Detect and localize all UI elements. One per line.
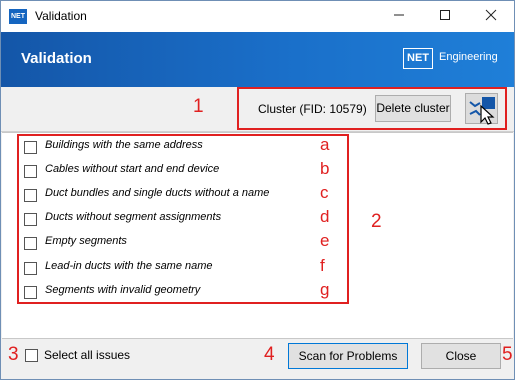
close-icon [485,9,497,21]
close-window-button[interactable] [468,1,514,32]
header-banner: Validation NET Engineering [1,32,514,87]
app-logo-icon: NET [9,9,27,24]
annotation-letter-e: e [320,231,330,250]
maximize-icon [440,10,450,20]
issue-label: Lead-in ducts with the same name [45,260,213,272]
issue-label: Cables without start and end device [45,163,220,175]
delete-cluster-button[interactable]: Delete cluster [375,95,451,122]
scan-for-problems-button[interactable]: Scan for Problems [288,343,408,369]
issue-checkbox[interactable] [24,165,37,178]
maximize-button[interactable] [422,1,468,32]
annotation-letter-a: a [320,135,330,154]
issue-checkbox[interactable] [24,286,37,299]
map-pick-cursor-icon [469,97,495,125]
issue-checkbox[interactable] [24,237,37,250]
brand-text: Engineering [439,51,498,63]
issue-label: Duct bundles and single ducts without a … [45,187,270,199]
annotation-letter-g: g [320,280,330,299]
cluster-label: Cluster (FID: 10579) [258,102,367,116]
annotation-letter-f: f [320,256,325,275]
title-bar: NET Validation [1,1,514,32]
select-all-label[interactable]: Select all issues [44,348,130,362]
minimize-button[interactable] [376,1,422,32]
issue-label: Segments with invalid geometry [45,284,201,296]
close-button[interactable]: Close [421,343,501,369]
issue-checkbox[interactable] [24,141,37,154]
annotation-letter-d: d [320,207,330,226]
annotation-letter-b: b [320,159,330,178]
annotation-number-2: 2 [371,211,382,232]
select-all-box[interactable] [25,349,38,362]
issue-checkbox[interactable] [24,189,37,202]
brand-logo: NET [403,48,433,69]
annotation-number-3: 3 [8,344,19,365]
validation-window: NET Validation Validation NET Engineerin… [0,0,515,380]
annotation-number-5: 5 [502,344,513,365]
issue-label: Buildings with the same address [45,139,203,151]
issue-label: Empty segments [45,235,127,247]
annotation-number-1: 1 [193,96,204,117]
window-title: Validation [35,9,87,23]
header-title: Validation [21,50,92,67]
issue-checkbox[interactable] [24,262,37,275]
issue-checkbox[interactable] [24,213,37,226]
annotation-number-4: 4 [264,344,275,365]
annotation-letter-c: c [320,183,329,202]
issue-label: Ducts without segment assignments [45,211,222,223]
minimize-icon [394,14,404,16]
pick-cluster-button[interactable] [465,93,498,125]
